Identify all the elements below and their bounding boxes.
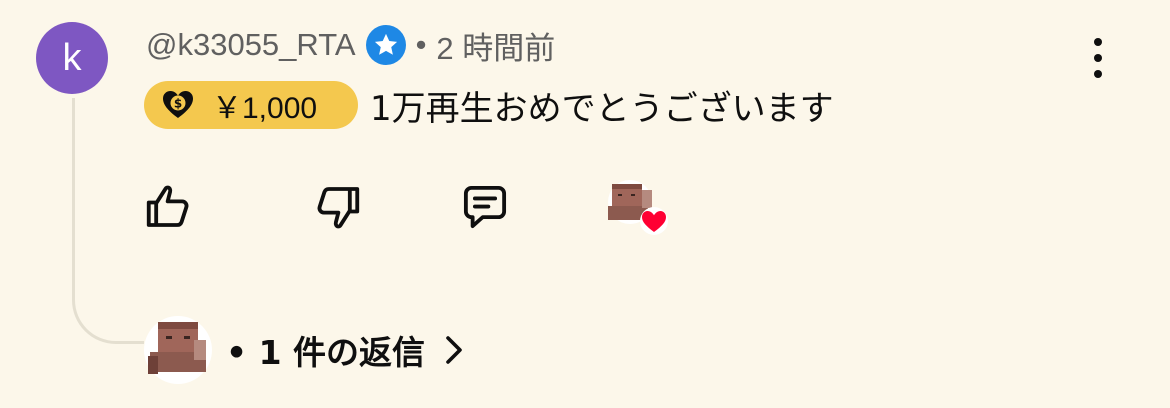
reply-comment-icon[interactable] (458, 180, 512, 234)
svg-text:$: $ (174, 97, 182, 111)
creator-heart-icon (606, 180, 674, 238)
heart-coin-icon: $ (162, 90, 194, 120)
super-thanks-chip: $ ￥1,000 (144, 81, 358, 129)
replies-label: • 1 件の返信 (226, 333, 426, 372)
chevron-right-icon (443, 334, 465, 366)
reply-avatar (144, 316, 212, 384)
comment-header: @k33055_RTA • 2 時間前 (146, 22, 555, 68)
comment-timestamp[interactable]: 2 時間前 (436, 23, 555, 68)
view-replies-button[interactable]: • 1 件の返信 (144, 316, 465, 384)
more-vert-icon[interactable] (1084, 38, 1112, 78)
reply-thread-line (72, 98, 144, 344)
verified-star-icon (365, 25, 406, 65)
thumb-up-icon[interactable] (142, 180, 196, 234)
super-thanks-amount: ￥1,000 (212, 92, 318, 125)
author-handle[interactable]: @k33055_RTA (146, 27, 356, 63)
thumb-down-icon[interactable] (310, 180, 364, 234)
header-separator: • (415, 27, 427, 62)
commenter-avatar[interactable]: k (36, 22, 108, 94)
comment-text: 1万再生おめでとうございます (370, 88, 834, 129)
avatar-letter: k (62, 36, 82, 79)
